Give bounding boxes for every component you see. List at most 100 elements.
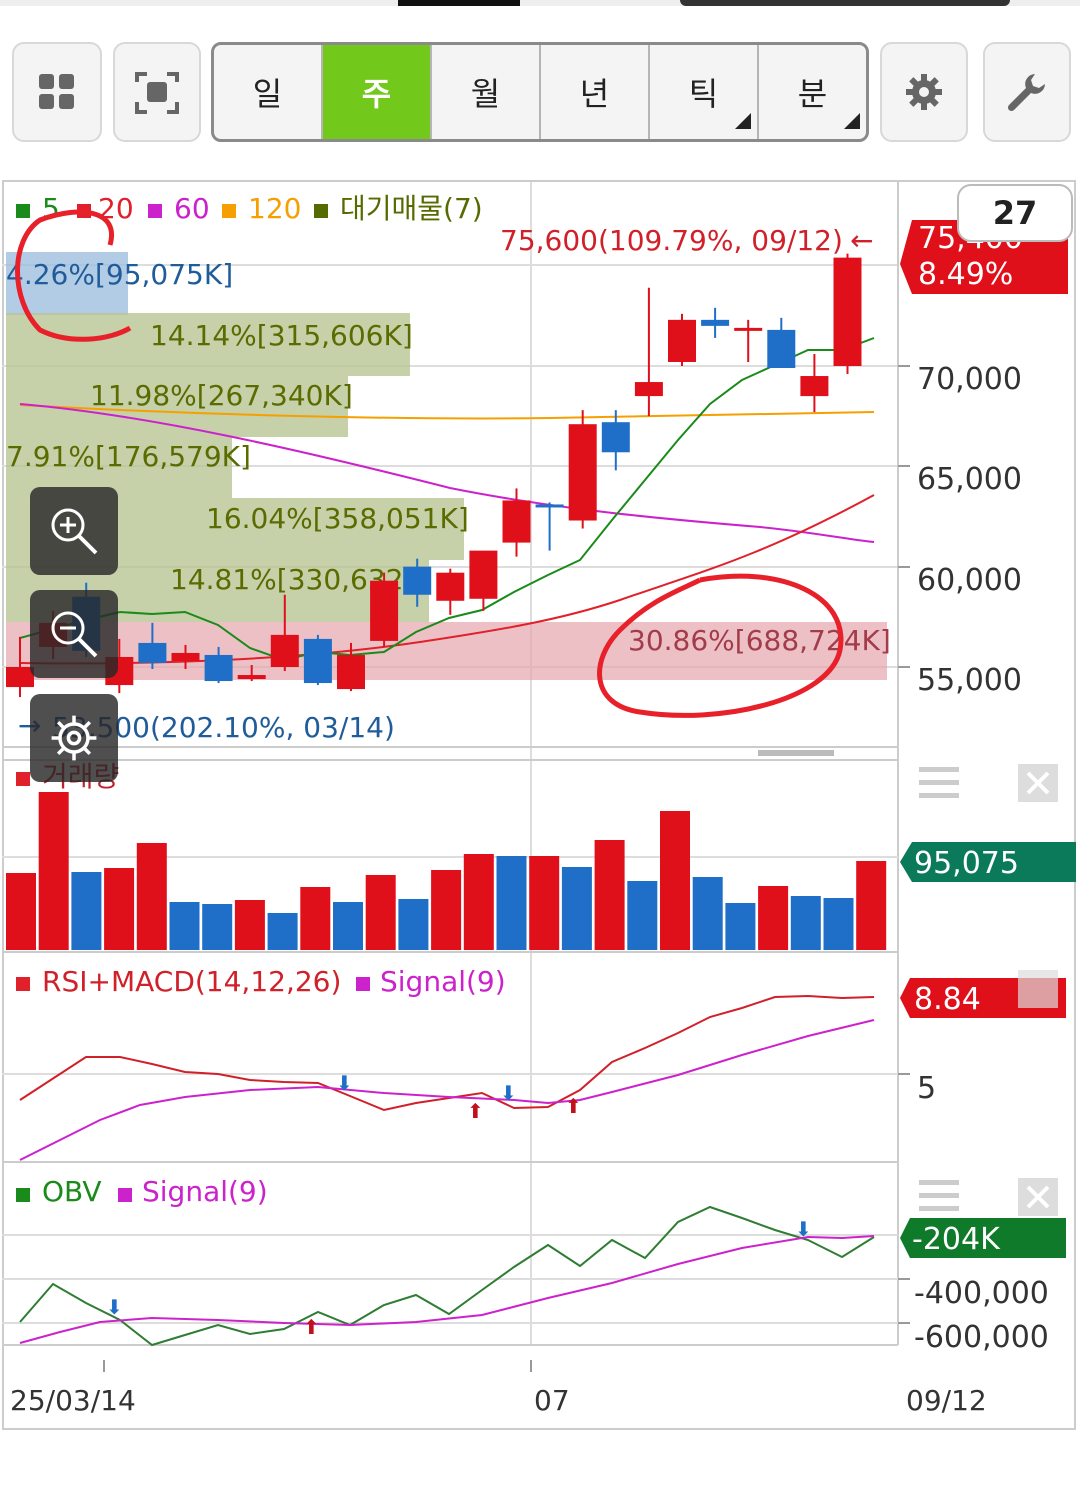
sell-signal-icon: ⬇ [336,1071,353,1095]
zoom-in-icon [51,508,98,555]
volume-bar [627,881,658,950]
candle-body [270,634,299,667]
volume-bar [529,856,560,950]
candle-body [237,675,266,680]
ma120-legend: 120 [248,192,301,225]
obv-signal-line [19,1235,875,1344]
price-tick: 60,000 [917,563,1022,598]
obv-tick: -600,000 [914,1320,1049,1355]
panel-resize-handle[interactable] [758,750,834,756]
candle-body [138,642,167,663]
price-axis: 70,000 65,000 60,000 55,000 [898,362,1022,698]
max-arrow-icon: ← [850,224,873,257]
obv-current-box: -204K [900,1218,1066,1258]
obv-tick: -400,000 [914,1276,1049,1311]
volume-bar [856,861,887,950]
obv-title: OBV [42,1175,102,1208]
standby-legend: 대기매물(7) [340,192,483,225]
volume-bar [660,811,690,950]
candle-body [833,257,862,366]
candle-body [303,638,332,684]
max-price-label: 75,600(109.79%, 09/12) [500,224,843,257]
volume-current: 95,075 [914,846,1019,881]
volume-bar [790,896,821,950]
candle-body [370,580,399,641]
volume-profile-label: 30.86%[688,724K] [628,624,891,657]
buy-signal-icon: ⬆ [565,1094,582,1118]
candle-body [634,382,663,397]
candle-body [171,652,200,661]
candle-body [668,319,696,362]
volume-bar [692,877,723,950]
candle-body [767,329,796,369]
candle-body [601,422,630,453]
zoom-out-icon [51,611,98,658]
candle-body [701,319,730,326]
price-tick: 55,000 [917,663,1022,698]
ma5-legend-swatch [16,204,30,218]
rsi-legend-swatch [16,977,30,991]
volume-bar [725,903,756,950]
obv-line [19,1205,875,1347]
volume-bar [234,900,265,950]
candle-body [800,376,829,397]
volume-current-box: 95,075 [900,842,1076,882]
rsi-panel-close-icon[interactable] [1018,970,1058,1008]
volume-bar [594,840,625,950]
candle-body [502,500,531,543]
volume-bar [333,902,363,950]
candle-body [535,504,564,508]
ma60-legend: 60 [174,192,210,225]
stock-chart[interactable]: 4.26%[95,075K] 14.14%[315,606K] 11.98%[2… [0,0,1080,1485]
volume-bar [365,875,396,950]
volume-bars [6,792,887,950]
volume-profile-label: 7.91%[176,579K] [6,440,251,473]
volume-panel-close-icon[interactable] [1018,764,1058,802]
x-tick: 07 [534,1384,570,1417]
volume-profile-label: 4.26%[95,075K] [6,258,233,291]
rsi-signal-line [19,1019,875,1161]
zoom-in-button[interactable] [30,487,118,575]
obv-current: -204K [912,1222,1001,1257]
volume-bar [38,792,69,950]
obv-panel-menu-icon[interactable] [919,1180,959,1211]
candle-body [568,424,597,521]
panel-separators [2,746,898,1346]
volume-bar [267,913,298,950]
obv-signal-legend-swatch [118,1188,132,1202]
price-tick: 65,000 [917,462,1022,497]
obv-panel-close-icon[interactable] [1018,1178,1058,1216]
volume-bar [463,854,494,950]
gear-outline-icon [51,715,97,761]
current-change: 8.49% [918,257,1013,292]
obv-legend-swatch [16,1188,30,1202]
zoom-out-button[interactable] [30,590,118,678]
chart-legend: 5 20 60 120 대기매물(7) [16,192,483,225]
rsi-signal-legend-swatch [356,977,370,991]
volume-profile-label: 14.14%[315,606K] [150,319,413,352]
candle-body [734,327,763,331]
sell-signal-icon: ⬇ [500,1081,517,1105]
volume-profile-label: 16.04%[358,051K] [206,502,469,535]
ma120-legend-swatch [222,204,236,218]
volume-bar [496,856,527,950]
volume-panel-menu-icon[interactable] [919,767,959,798]
standby-legend-swatch [314,204,328,218]
rsi-title: RSI+MACD(14,12,26) [42,965,341,998]
volume-bar [398,899,429,950]
volume-bar [758,886,789,950]
sell-signal-icon: ⬇ [795,1217,812,1241]
sell-signal-icon: ⬇ [106,1295,123,1319]
rsi-tick: 5 [917,1071,936,1106]
obv-signal-title: Signal(9) [142,1175,268,1208]
volume-legend-swatch [16,772,30,786]
chart-settings-button[interactable] [30,694,118,782]
volume-bar [561,867,592,950]
volume-bar [431,870,462,950]
rsi-current: 8.84 [914,982,981,1017]
buy-signal-icon: ⬆ [467,1099,484,1123]
candle-count-badge[interactable]: 27 [957,184,1073,242]
candle-body [204,654,233,682]
volume-bar [71,872,102,950]
volume-bar [104,868,135,950]
